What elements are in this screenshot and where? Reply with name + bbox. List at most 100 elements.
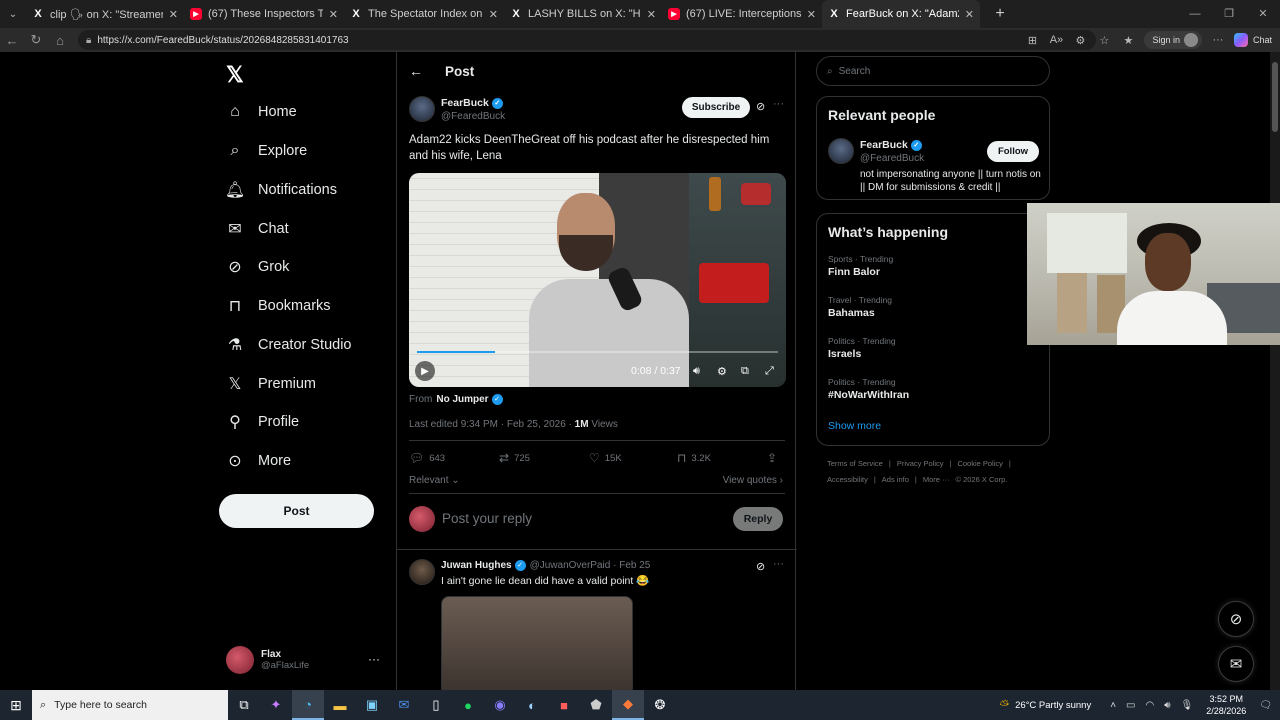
more-options-icon[interactable]: ··· — [773, 558, 784, 570]
close-tab-icon[interactable]: ✕ — [489, 8, 498, 21]
close-tab-icon[interactable]: ✕ — [807, 8, 816, 21]
person-name[interactable]: FearBuck ✓ — [860, 139, 922, 151]
volume-icon[interactable]: 🔊︎ — [1164, 700, 1170, 711]
fullscreen-icon[interactable]: ⤢ — [765, 365, 774, 378]
post-button[interactable]: Post — [219, 494, 374, 528]
person-handle[interactable]: @FearedBuck — [860, 153, 924, 164]
favorites-icon[interactable]: ★ — [1116, 34, 1140, 47]
author-handle[interactable]: @FearedBuck — [441, 111, 505, 122]
subscribe-button[interactable]: Subscribe — [682, 97, 750, 118]
weather-widget[interactable]: ⛅︎ 26°C Partly sunny — [999, 698, 1091, 713]
account-more-icon[interactable]: ··· — [368, 652, 380, 666]
grok-icon[interactable]: ⊘ — [756, 100, 765, 113]
restore-icon[interactable]: ❐ — [1212, 0, 1246, 28]
reply-author-name[interactable]: Juwan Hughes — [441, 560, 512, 571]
play-icon[interactable]: ▶ — [415, 361, 435, 381]
discord-icon[interactable]: ◉ — [484, 690, 516, 720]
nav-item-bookmarks[interactable]: ⊓ Bookmarks — [226, 292, 331, 320]
grok-floating-icon[interactable]: ⊘ — [1218, 601, 1254, 637]
browser-tab[interactable]: X The Spectator Index on X: "BREAK ✕ — [344, 0, 504, 28]
share-action[interactable]: ⇪ — [767, 451, 782, 465]
chatgpt-icon[interactable]: ❂ — [644, 690, 676, 720]
nav-item-profile[interactable]: ⚲ Profile — [226, 408, 299, 436]
source-name[interactable]: No Jumper — [436, 394, 488, 405]
minimize-icon[interactable]: — — [1178, 0, 1212, 28]
like-action[interactable]: ♡ 15K — [589, 451, 622, 465]
taskbar-search-input[interactable]: ⌕ Type here to search — [32, 690, 228, 720]
favorite-star-icon[interactable]: ☆ — [1092, 34, 1116, 47]
grok-icon[interactable]: ⊘ — [756, 560, 765, 573]
nav-item-notifications[interactable]: 🔔︎ Notifications — [225, 176, 337, 204]
trend-item[interactable]: Politics · Trending #NoWarWithIran — [828, 377, 909, 401]
reply-button[interactable]: Reply — [733, 507, 783, 531]
obs-icon[interactable]: ◆ — [612, 690, 644, 720]
nav-item-premium[interactable]: 𝕏 Premium — [226, 370, 316, 398]
microphone-icon[interactable]: 🎙︎ — [1181, 700, 1194, 711]
battery-icon[interactable]: ▭ — [1126, 700, 1135, 711]
refresh-icon[interactable]: ↻ — [24, 32, 48, 48]
reply-meta[interactable]: @JuwanOverPaid · Feb 25 — [530, 560, 651, 571]
url-field[interactable]: 🔒︎ https://x.com/FearedBuck/status/20268… — [78, 30, 1096, 50]
windows-start-icon[interactable]: ⊞ — [0, 697, 32, 714]
nav-item-chat[interactable]: ✉ Chat — [226, 215, 288, 243]
network-icon[interactable]: ◠ — [1146, 700, 1155, 711]
footer-link[interactable]: More ··· — [923, 475, 950, 484]
back-arrow-icon[interactable]: ← — [409, 63, 423, 79]
account-switcher[interactable]: Flax @aFlaxLife ··· — [226, 646, 386, 674]
bookmark-action[interactable]: ⊓ 3.2K — [677, 451, 711, 465]
trend-item[interactable]: Sports · Trending Finn Balor — [828, 254, 893, 278]
footer-link[interactable]: © 2026 X Corp. — [956, 475, 1008, 484]
repost-action[interactable]: ⇄ 725 — [499, 451, 530, 465]
reply-action[interactable]: 💬︎ 643 — [409, 451, 445, 465]
tab-actions-menu-icon[interactable]: ⌄ — [0, 0, 26, 28]
follow-button[interactable]: Follow — [987, 141, 1039, 162]
sort-replies-dropdown[interactable]: Relevant ⌄ — [409, 475, 460, 486]
new-tab-button[interactable]: + — [988, 5, 1012, 23]
nav-item-grok[interactable]: ⊘ Grok — [226, 253, 289, 281]
video-progress-bar[interactable] — [417, 351, 778, 353]
close-tab-icon[interactable]: ✕ — [329, 8, 338, 21]
chevron-up-icon[interactable]: ˄ — [1110, 700, 1116, 711]
volume-icon[interactable]: 🔊︎ — [693, 365, 700, 378]
edge-browser-icon[interactable]: ◔ — [292, 690, 324, 720]
footer-link[interactable]: Accessibility — [827, 475, 868, 484]
notepad-icon[interactable]: ▯ — [420, 690, 452, 720]
reply-post[interactable]: Juwan Hughes ✓ @JuwanOverPaid · Feb 25 ⊘… — [409, 558, 789, 690]
person-avatar[interactable] — [828, 138, 854, 164]
author-name[interactable]: FearBuck ✓ — [441, 97, 503, 109]
outlook-icon[interactable]: ✉ — [388, 690, 420, 720]
footer-link[interactable]: Privacy Policy — [897, 459, 944, 468]
footer-link[interactable]: Cookie Policy — [957, 459, 1002, 468]
page-scrollbar[interactable] — [1270, 52, 1280, 690]
nav-item-home[interactable]: ⌂ Home — [226, 98, 297, 126]
x-logo-icon[interactable]: 𝕏 — [226, 62, 244, 88]
close-tab-icon[interactable]: ✕ — [965, 8, 974, 21]
footer-link[interactable]: Terms of Service — [827, 459, 883, 468]
read-aloud-icon[interactable]: A» — [1044, 34, 1068, 46]
task-view-icon[interactable]: ⧉ — [228, 690, 260, 720]
author-avatar[interactable] — [409, 96, 435, 122]
home-icon[interactable]: ⌂ — [48, 33, 72, 48]
close-tab-icon[interactable]: ✕ — [169, 8, 178, 21]
close-tab-icon[interactable]: ✕ — [647, 8, 656, 21]
view-quotes-link[interactable]: View quotes › — [723, 475, 783, 486]
copilot-taskbar-icon[interactable]: ✦ — [260, 690, 292, 720]
shield-icon[interactable]: ⬟ — [580, 690, 612, 720]
settings-gear-icon[interactable]: ⚙ — [717, 365, 727, 378]
nav-item-creator-studio[interactable]: ⚗ Creator Studio — [226, 331, 352, 359]
store-icon[interactable]: ▣ — [356, 690, 388, 720]
browser-tab[interactable]: X FearBuck on X: "Adam22 kicks Dee ✕ — [822, 0, 980, 28]
search-input[interactable]: ⌕ Search — [816, 56, 1050, 86]
sign-in-button[interactable]: Sign in — [1144, 31, 1202, 49]
back-icon[interactable]: ← — [0, 33, 24, 48]
browser-tab[interactable]: ▶ (67) LIVE: Interceptions in Tel ✕ — [662, 0, 822, 28]
reply-media[interactable] — [441, 596, 633, 690]
file-explorer-icon[interactable]: ▬ — [324, 690, 356, 720]
browser-tab[interactable]: X LASHY BILLS on X: "He's only 15 y ✕ — [504, 0, 662, 28]
trend-item[interactable]: Politics · Trending Israels — [828, 336, 896, 360]
spotify-icon[interactable]: ● — [452, 690, 484, 720]
copilot-chat-button[interactable]: Chat — [1233, 33, 1272, 47]
footer-link[interactable]: Ads info — [882, 475, 909, 484]
reply-author-avatar[interactable] — [409, 559, 435, 585]
reply-input[interactable]: Post your reply — [442, 511, 532, 526]
